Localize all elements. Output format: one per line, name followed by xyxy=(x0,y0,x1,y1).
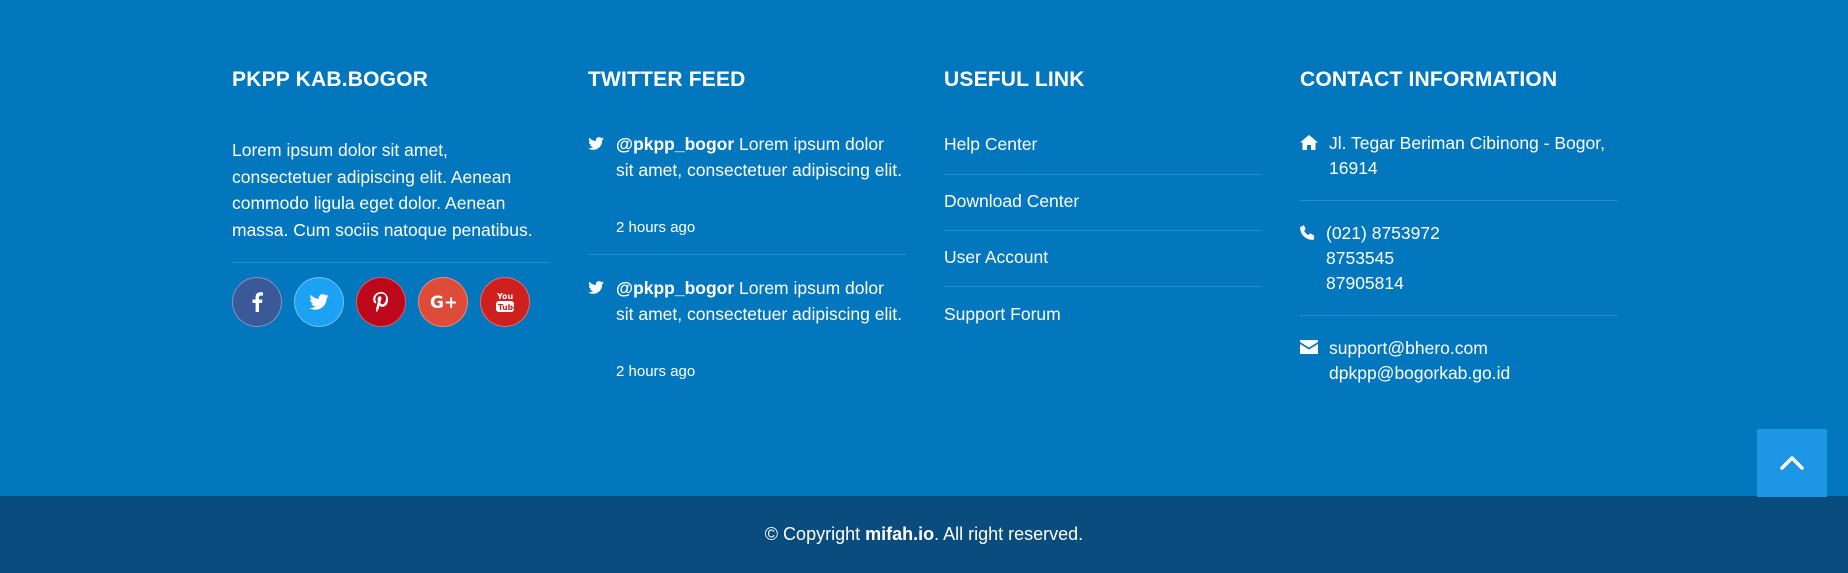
phone-icon xyxy=(1300,225,1315,240)
link-help-center[interactable]: Help Center xyxy=(944,132,1262,156)
divider xyxy=(944,174,1262,175)
youtube-icon: You Tube xyxy=(496,292,515,312)
pinterest-icon xyxy=(373,292,389,312)
tweet-text: @pkpp_bogor Lorem ipsum dolor sit amet, … xyxy=(616,131,906,183)
footer-bottom-bar: © Copyright mifah.io. All right reserved… xyxy=(0,496,1848,573)
phone-number: 8753545 xyxy=(1326,248,1395,268)
divider xyxy=(944,230,1262,231)
facebook-icon xyxy=(252,292,263,312)
contact-title: CONTACT INFORMATION xyxy=(1300,68,1558,91)
youtube-button[interactable]: You Tube xyxy=(480,277,530,327)
svg-text:Tube: Tube xyxy=(498,303,515,312)
tweet-time: 2 hours ago xyxy=(616,219,696,236)
address-line: 16914 xyxy=(1329,158,1378,178)
tweet-item: @pkpp_bogor Lorem ipsum dolor sit amet, … xyxy=(588,131,906,241)
about-text: Lorem ipsum dolor sit amet, consectetuer… xyxy=(232,140,533,240)
twitter-icon xyxy=(588,137,604,150)
divider xyxy=(944,286,1262,287)
svg-text:G+: G+ xyxy=(430,293,456,311)
google-plus-icon: G+ xyxy=(430,293,456,311)
twitter-button[interactable] xyxy=(294,277,344,327)
phone-number: (021) 8753972 xyxy=(1326,223,1440,243)
google-plus-button[interactable]: G+ xyxy=(418,277,468,327)
tweet-handle-link[interactable]: @pkpp_bogor xyxy=(616,134,734,154)
tweet-item: @pkpp_bogor Lorem ipsum dolor sit amet, … xyxy=(588,275,906,385)
back-to-top-button[interactable] xyxy=(1757,429,1827,497)
divider xyxy=(232,262,550,263)
divider xyxy=(1300,315,1618,316)
link-support-forum[interactable]: Support Forum xyxy=(944,302,1262,326)
email-link[interactable]: dpkpp@bogorkab.go.id xyxy=(1329,361,1510,386)
home-icon xyxy=(1300,135,1318,150)
link-user-account[interactable]: User Account xyxy=(944,245,1262,269)
tweet-time: 2 hours ago xyxy=(616,363,696,380)
copyright-prefix: © Copyright xyxy=(764,524,866,544)
social-links: G+ You Tube xyxy=(232,277,530,327)
twitter-title: TWITTER FEED xyxy=(588,68,746,91)
envelope-icon xyxy=(1300,340,1318,354)
link-download-center[interactable]: Download Center xyxy=(944,189,1262,213)
pinterest-button[interactable] xyxy=(356,277,406,327)
divider xyxy=(1300,200,1618,201)
divider xyxy=(588,254,906,255)
copyright-suffix: . All right reserved. xyxy=(934,524,1084,544)
facebook-button[interactable] xyxy=(232,277,282,327)
twitter-icon xyxy=(309,294,329,310)
tweet-handle-link[interactable]: @pkpp_bogor xyxy=(616,278,734,298)
chevron-up-icon xyxy=(1780,456,1804,470)
footer-top: PKPP KAB.BOGOR Lorem ipsum dolor sit ame… xyxy=(0,0,1848,497)
twitter-icon xyxy=(588,281,604,294)
phone-number: 87905814 xyxy=(1326,273,1404,293)
address-line: Jl. Tegar Beriman Cibinong - Bogor, xyxy=(1329,133,1605,153)
tweet-text: @pkpp_bogor Lorem ipsum dolor sit amet, … xyxy=(616,275,906,327)
copyright-text: © Copyright mifah.io. All right reserved… xyxy=(765,524,1083,545)
links-title: USEFUL LINK xyxy=(944,68,1085,91)
email-link[interactable]: support@bhero.com xyxy=(1329,336,1510,361)
svg-text:You: You xyxy=(496,292,514,301)
about-title: PKPP KAB.BOGOR xyxy=(232,68,429,91)
copyright-brand-link[interactable]: mifah.io xyxy=(865,524,934,544)
